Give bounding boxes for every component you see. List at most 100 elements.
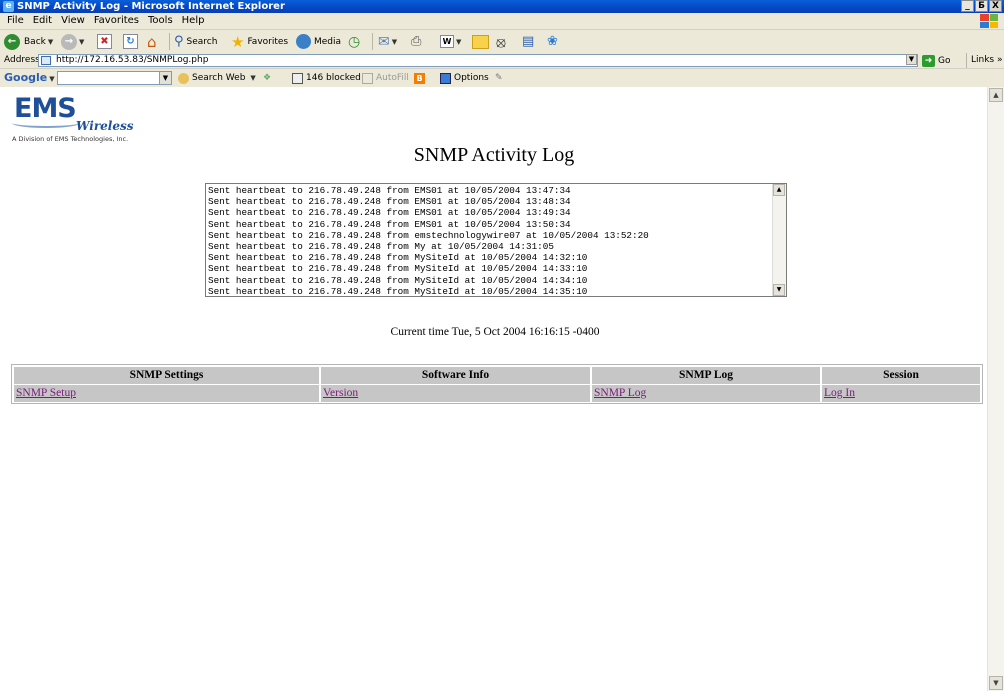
- research-icon[interactable]: ▤: [522, 32, 534, 51]
- log-line: Sent heartbeat to 216.78.49.248 from MyS…: [208, 274, 588, 286]
- favorites-button[interactable]: ★ Favorites: [231, 32, 288, 51]
- snmp-setup-link[interactable]: SNMP Setup: [16, 387, 76, 399]
- google-options-button[interactable]: Options: [440, 71, 489, 85]
- media-icon: [296, 34, 311, 49]
- google-logo-text: Google: [4, 71, 48, 84]
- address-input[interactable]: http://172.16.53.83/SNMPLog.php: [38, 54, 918, 67]
- close-button[interactable]: X: [989, 0, 1002, 12]
- log-line: Sent heartbeat to 216.78.49.248 from My …: [208, 241, 554, 253]
- current-time: Current time Tue, 5 Oct 2004 16:16:15 -0…: [390, 326, 600, 338]
- log-lines: Sent heartbeat to 216.78.49.248 from EMS…: [208, 185, 768, 297]
- search-web-button[interactable]: Search Web ▼: [178, 71, 256, 85]
- page-scroll-down-icon[interactable]: ▼: [989, 676, 1003, 690]
- windows-logo-icon: [980, 14, 998, 28]
- search-icon: ⚲: [174, 34, 184, 49]
- mail-dropdown-icon[interactable]: ▼: [392, 38, 397, 46]
- log-line: Sent heartbeat to 216.78.49.248 from EMS…: [208, 207, 571, 219]
- log-line: Sent heartbeat to 216.78.49.248 from MyS…: [208, 252, 588, 264]
- log-line: Sent heartbeat to 216.78.49.248 from EMS…: [208, 185, 571, 196]
- go-arrow-icon: ➜: [922, 54, 935, 67]
- menu-favorites[interactable]: Favorites: [91, 13, 145, 29]
- nav-header-software-info: Software Info: [321, 367, 590, 384]
- version-link[interactable]: Version: [323, 387, 358, 399]
- blogger-button[interactable]: B: [414, 71, 425, 85]
- window-title: SNMP Activity Log - Microsoft Internet E…: [17, 1, 285, 12]
- search-label: Search: [186, 36, 218, 47]
- log-scroll-down-icon[interactable]: ▼: [773, 284, 785, 296]
- highlight-pencil-icon[interactable]: ✎: [495, 71, 503, 85]
- ie-window-icon[interactable]: e: [3, 1, 14, 12]
- history-icon[interactable]: ◷: [348, 32, 360, 51]
- menu-file[interactable]: File: [4, 13, 30, 29]
- pagerank-icon[interactable]: ❖: [263, 71, 271, 85]
- menu-view[interactable]: View: [58, 13, 91, 29]
- forward-button[interactable]: → ▼: [61, 32, 84, 51]
- page-scroll-up-icon[interactable]: ▲: [989, 88, 1003, 102]
- autofill-icon: [362, 72, 373, 84]
- page-icon: [41, 56, 51, 65]
- forward-dropdown-icon[interactable]: ▼: [79, 38, 84, 46]
- windows-messenger-icon[interactable]: ❀: [547, 32, 558, 51]
- go-button[interactable]: ➜ Go: [922, 54, 950, 67]
- nav-header-session: Session: [822, 367, 980, 384]
- messenger-icon[interactable]: ⦻: [496, 32, 506, 51]
- autofill-label: AutoFill: [376, 73, 409, 83]
- links-label: Links: [971, 55, 995, 65]
- window-controls: _ Б X: [961, 0, 1002, 13]
- nav-cell-log-in: Log In: [822, 385, 980, 402]
- address-bar: Address http://172.16.53.83/SNMPLog.php …: [0, 53, 1004, 69]
- discuss-icon[interactable]: [472, 35, 489, 49]
- popup-blocker-button[interactable]: 146 blocked: [292, 71, 361, 85]
- nav-cell-version: Version: [321, 385, 590, 402]
- search-button[interactable]: ⚲ Search: [174, 32, 217, 51]
- log-scrollbar[interactable]: ▲ ▼: [772, 184, 786, 296]
- search-web-label: Search Web: [192, 73, 246, 83]
- logo-swoosh: [12, 118, 80, 128]
- edit-button[interactable]: W ▼: [440, 32, 461, 51]
- address-label: Address: [4, 55, 40, 65]
- refresh-icon[interactable]: ↻: [123, 34, 138, 49]
- edit-dropdown-icon[interactable]: ▼: [456, 38, 461, 46]
- log-in-link[interactable]: Log In: [824, 387, 855, 399]
- media-button[interactable]: Media: [296, 32, 341, 51]
- log-scroll-up-icon[interactable]: ▲: [773, 184, 785, 196]
- nav-cell-snmp-log: SNMP Log: [592, 385, 820, 402]
- go-label: Go: [938, 55, 951, 66]
- google-logo[interactable]: Google ▼: [4, 70, 55, 87]
- page-title: SNMP Activity Log: [413, 144, 575, 166]
- mail-button[interactable]: ✉ ▼: [378, 32, 397, 51]
- address-dropdown-icon[interactable]: ▼: [906, 54, 917, 65]
- blogger-icon: B: [414, 72, 425, 84]
- edit-icon: W: [440, 35, 454, 48]
- mail-icon: ✉: [378, 33, 390, 50]
- print-icon[interactable]: ⎙: [411, 32, 421, 51]
- log-line: Sent heartbeat to 216.78.49.248 from EMS…: [208, 196, 571, 208]
- google-search-dropdown-icon[interactable]: ▼: [159, 72, 171, 84]
- menu-bar: File Edit View Favorites Tools Help: [0, 13, 1004, 30]
- options-label: Options: [454, 73, 489, 83]
- page-scrollbar[interactable]: ▲ ▼: [987, 87, 1004, 691]
- snmp-log-link[interactable]: SNMP Log: [594, 387, 646, 399]
- menu-help[interactable]: Help: [179, 13, 211, 29]
- address-url[interactable]: http://172.16.53.83/SNMPLog.php: [56, 55, 208, 66]
- menu-tools[interactable]: Tools: [145, 13, 179, 29]
- nav-cell-snmp-setup: SNMP Setup: [14, 385, 319, 402]
- activity-log-textarea[interactable]: Sent heartbeat to 216.78.49.248 from EMS…: [205, 183, 787, 297]
- forward-arrow-icon: →: [61, 33, 77, 50]
- home-icon[interactable]: ⌂: [147, 32, 157, 51]
- restore-button[interactable]: Б: [975, 0, 988, 12]
- log-line: Sent heartbeat to 216.78.49.248 from EMS…: [208, 218, 571, 230]
- favorites-label: Favorites: [247, 36, 289, 47]
- window-title-bar[interactable]: e SNMP Activity Log - Microsoft Internet…: [0, 0, 1004, 13]
- back-button[interactable]: ← Back ▼: [4, 32, 53, 51]
- google-search-input[interactable]: ▼: [57, 71, 172, 85]
- links-toolbar[interactable]: Links »: [966, 53, 1003, 68]
- stop-icon[interactable]: ✖: [97, 34, 112, 49]
- minimize-button[interactable]: _: [961, 0, 974, 12]
- log-line: Sent heartbeat to 216.78.49.248 from MyS…: [208, 285, 588, 297]
- options-icon: [440, 72, 451, 84]
- menu-edit[interactable]: Edit: [30, 13, 58, 29]
- standard-toolbar: ← Back ▼ → ▼ ✖ ↻ ⌂ ⚲ Search ★ Favorites …: [0, 30, 1004, 54]
- back-dropdown-icon[interactable]: ▼: [48, 38, 53, 46]
- autofill-button[interactable]: AutoFill: [362, 71, 409, 85]
